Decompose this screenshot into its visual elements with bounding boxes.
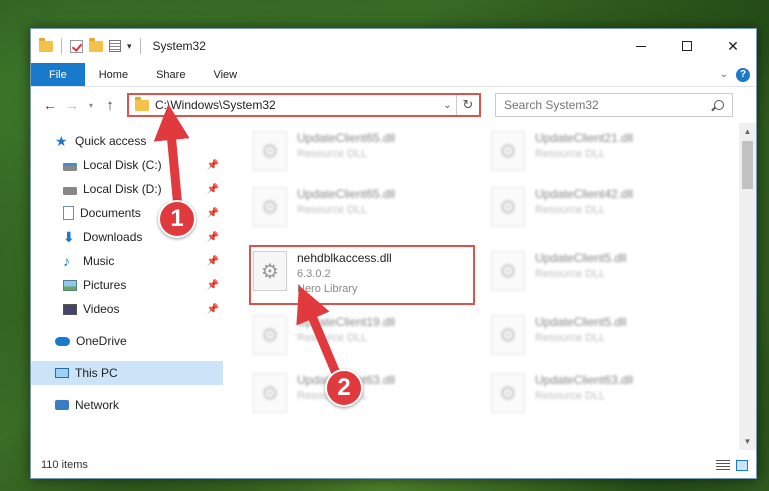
arrow-to-file [296,285,343,380]
annotation-arrows [153,104,343,380]
step-badge-2: 2 [325,369,363,407]
arrow-to-address-bar [153,104,190,209]
step-badge-1: 1 [158,200,196,238]
